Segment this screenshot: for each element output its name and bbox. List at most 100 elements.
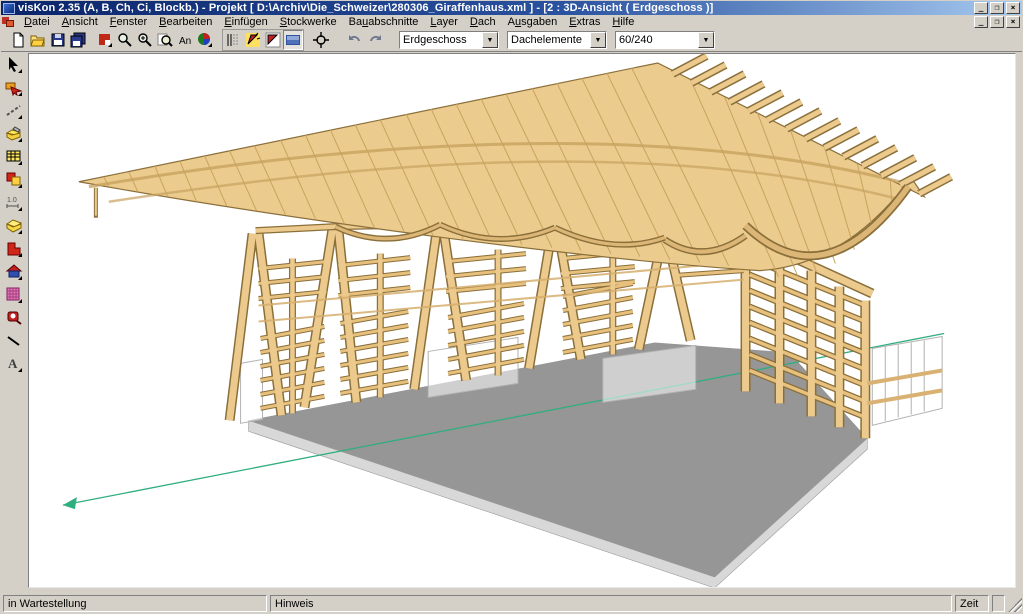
zoom-window-button[interactable] [155, 30, 175, 50]
menu-ansicht[interactable]: Ansicht [56, 15, 104, 29]
svg-text:A: A [8, 356, 18, 371]
mdi-child-icon[interactable] [2, 16, 15, 28]
insert-element-tool[interactable] [3, 77, 25, 99]
menu-layer[interactable]: Layer [424, 15, 464, 29]
wireframe-icon [225, 32, 241, 48]
tool-column: 1.0 A [1, 53, 27, 591]
zoom-window-icon [157, 32, 173, 48]
save-all-button[interactable] [68, 30, 88, 50]
child-minimize-button[interactable]: _ [974, 16, 988, 28]
menu-hilfe[interactable]: Hilfe [606, 15, 640, 29]
redo-icon [367, 32, 383, 48]
tape-measure-icon [5, 309, 23, 327]
blocks-icon [5, 171, 23, 189]
element-combo-value: Dachelemente [508, 33, 590, 47]
select-tool[interactable] [3, 54, 25, 76]
save-button[interactable] [48, 30, 68, 50]
resize-grip[interactable] [1008, 598, 1022, 612]
menu-fenster[interactable]: Fenster [104, 15, 153, 29]
chevron-down-icon[interactable]: ▼ [698, 32, 714, 48]
new-button[interactable] [8, 30, 28, 50]
menu-ausgaben[interactable]: Ausgaben [502, 15, 564, 29]
center-view-button[interactable] [311, 30, 331, 50]
restore-button[interactable]: ❐ [990, 2, 1004, 14]
statusbar: in Wartestellung Hinweis Zeit [1, 593, 1022, 613]
save-floppy-icon [50, 32, 66, 48]
status-mode: in Wartestellung [3, 595, 267, 612]
zoom-in-button[interactable] [135, 30, 155, 50]
view-textured-button[interactable] [283, 30, 303, 50]
child-close-button[interactable]: × [1006, 16, 1020, 28]
insert-arrows-icon [5, 79, 23, 97]
crosshair-icon [313, 32, 329, 48]
dimension-tool[interactable]: 1.0 [3, 192, 25, 214]
materials-button[interactable] [195, 30, 215, 50]
storey-combo-value: Erdgeschoss [400, 33, 482, 47]
main-toolbar: An [1, 29, 1022, 52]
zoom-out-icon [117, 32, 133, 48]
viewport-3d[interactable] [28, 53, 1016, 588]
menu-dach[interactable]: Dach [464, 15, 502, 29]
beam-tool[interactable] [3, 215, 25, 237]
hidden-line-icon [245, 32, 261, 48]
block-tool[interactable] [3, 169, 25, 191]
menu-stockwerke[interactable]: Stockwerke [274, 15, 343, 29]
undo-button[interactable] [345, 30, 365, 50]
open-folder-icon [30, 32, 46, 48]
zoom-all-icon: An [177, 32, 193, 48]
status-time: Zeit [955, 595, 989, 612]
hatch-square-icon [5, 286, 23, 304]
redo-button[interactable] [365, 30, 385, 50]
open-button[interactable] [28, 30, 48, 50]
wall-grid-tool[interactable] [3, 146, 25, 168]
measure-tool[interactable] [3, 307, 25, 329]
menu-extras[interactable]: Extras [563, 15, 606, 29]
view-wireframe-button[interactable] [223, 30, 243, 50]
cursor-arrow-icon [5, 56, 23, 74]
chevron-down-icon[interactable]: ▼ [590, 32, 606, 48]
chevron-down-icon[interactable]: ▼ [482, 32, 498, 48]
text-tool[interactable]: A [3, 353, 25, 375]
new-document-icon [10, 32, 26, 48]
textured-icon [285, 32, 301, 48]
view-shaded-button[interactable] [263, 30, 283, 50]
status-extra [992, 595, 1005, 612]
window-title: visKon 2.35 (A, B, Ch, Ci, Blockb.) - Pr… [18, 2, 970, 14]
hatch-tool[interactable] [3, 284, 25, 306]
svg-text:1.0: 1.0 [7, 197, 17, 204]
titlebar[interactable]: visKon 2.35 (A, B, Ch, Ci, Blockb.) - Pr… [1, 1, 1022, 15]
shaded-icon [265, 32, 281, 48]
house-icon [5, 263, 23, 281]
zoom-out-button[interactable] [115, 30, 135, 50]
box-pencil-icon [5, 125, 23, 143]
menu-datei[interactable]: Datei [18, 15, 56, 29]
svg-text:An: An [179, 36, 191, 47]
line-icon [5, 332, 23, 350]
line-tool[interactable] [3, 330, 25, 352]
menu-bearbeiten[interactable]: Bearbeiten [153, 15, 218, 29]
print-view-button[interactable] [95, 30, 115, 50]
status-hint: Hinweis [270, 595, 952, 612]
view-hidden-line-button[interactable] [243, 30, 263, 50]
menu-einfgen[interactable]: Einfügen [218, 15, 273, 29]
storey-combo[interactable]: Erdgeschoss ▼ [399, 31, 499, 49]
app-icon [3, 3, 15, 14]
minimize-button[interactable]: _ [974, 2, 988, 14]
child-restore-button[interactable]: ❐ [990, 16, 1004, 28]
element-combo[interactable]: Dachelemente ▼ [507, 31, 607, 49]
cross-section-combo[interactable]: 60/240 ▼ [615, 31, 715, 49]
close-button[interactable]: × [1006, 2, 1020, 14]
construction-line-tool[interactable] [3, 100, 25, 122]
beam-box-icon [5, 217, 23, 235]
text-a-icon: A [5, 355, 23, 373]
corner-tool[interactable] [3, 238, 25, 260]
roof-tool[interactable] [3, 261, 25, 283]
viskon-window: visKon 2.35 (A, B, Ch, Ci, Blockb.) - Pr… [0, 0, 1023, 614]
zoom-all-button[interactable]: An [175, 30, 195, 50]
dashed-line-icon [5, 102, 23, 120]
menu-bauabschnitte[interactable]: Bauabschnitte [343, 15, 425, 29]
menubar: DateiAnsichtFensterBearbeitenEinfügenSto… [1, 15, 1022, 29]
materials-sphere-icon [197, 32, 213, 48]
wall-grid-icon [5, 148, 23, 166]
edit-box-tool[interactable] [3, 123, 25, 145]
